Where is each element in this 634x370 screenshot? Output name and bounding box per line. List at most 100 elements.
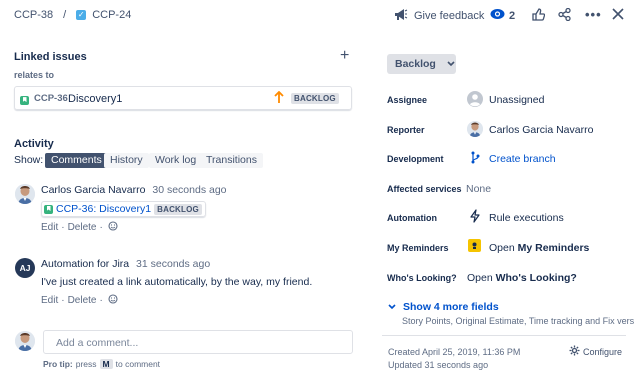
my-reminders-bold: My Reminders — [517, 242, 590, 254]
breadcrumb-parent-link[interactable]: CCP-38 — [14, 9, 53, 21]
separator-dot: · — [61, 222, 65, 233]
separator-dot: · — [99, 222, 103, 233]
unassigned-avatar-icon[interactable] — [467, 91, 483, 110]
avatar-initials: AJ — [19, 263, 31, 273]
lightning-bolt-icon — [470, 209, 480, 226]
more-actions-icon[interactable]: ••• — [585, 7, 602, 22]
field-label-my-reminders: My Reminders — [387, 243, 449, 253]
thumbs-up-icon[interactable] — [532, 8, 546, 24]
story-icon — [20, 95, 29, 105]
breadcrumb-current-link[interactable]: CCP-24 — [92, 9, 131, 21]
add-comment-placeholder: Add a comment... — [56, 337, 139, 349]
configure-label: Configure — [583, 346, 623, 357]
field-label-development: Development — [387, 154, 444, 164]
open-whos-looking-link[interactable]: Open Who's Looking? — [467, 272, 577, 284]
pro-tip-key: M — [99, 359, 113, 369]
field-value-affected-services[interactable]: None — [466, 183, 491, 195]
whos-looking-bold: Who's Looking? — [495, 272, 577, 284]
status-dropdown-button[interactable]: Backlog — [387, 54, 456, 74]
inline-issue-link[interactable]: CCP-36: Discovery1 BACKLOG — [41, 201, 206, 217]
pro-tip-press: press — [75, 359, 97, 369]
field-label-automation: Automation — [387, 213, 437, 223]
field-label-reporter: Reporter — [387, 125, 425, 135]
avatar — [15, 331, 35, 351]
avatar[interactable] — [15, 184, 35, 204]
inline-issue-status: BACKLOG — [154, 203, 202, 215]
inline-issue-link-text[interactable]: CCP-36: Discovery1 — [56, 203, 151, 215]
pro-tip-prefix: Pro tip: — [43, 359, 73, 369]
chevron-down-icon — [388, 301, 396, 313]
configure-button[interactable]: Configure — [569, 345, 622, 358]
comment-author[interactable]: Carlos Garcia Navarro — [41, 184, 145, 196]
breadcrumb-separator: / — [63, 9, 67, 21]
close-icon[interactable] — [612, 8, 624, 23]
checkbox-task-icon: ✓ — [76, 10, 87, 20]
updated-timestamp: Updated 31 seconds ago — [388, 360, 489, 370]
edit-comment-link[interactable]: Edit — [41, 295, 58, 306]
emoji-reaction-icon[interactable] — [108, 294, 118, 307]
delete-comment-link[interactable]: Delete — [68, 222, 97, 233]
show-more-subtext: Story Points, Original Estimate, Time tr… — [402, 316, 634, 326]
give-feedback-label: Give feedback — [414, 10, 485, 22]
rule-executions-link[interactable]: Rule executions — [489, 212, 564, 224]
open-my-reminders-link[interactable]: Open My Reminders — [489, 242, 589, 254]
open-prefix: Open — [489, 242, 515, 254]
show-more-fields-button[interactable]: Show 4 more fields — [388, 301, 499, 313]
activity-title: Activity — [14, 138, 54, 150]
edit-comment-link[interactable]: Edit — [41, 222, 58, 233]
linked-issue-status: BACKLOG — [291, 93, 339, 104]
tab-history[interactable]: History — [104, 153, 149, 168]
comment-actions: Edit · Delete · — [41, 221, 118, 234]
separator-dot: · — [61, 295, 65, 306]
divider — [382, 335, 626, 336]
add-comment-input[interactable]: Add a comment... — [43, 330, 353, 354]
relation-label: relates to — [14, 70, 55, 80]
tab-work-log[interactable]: Work log — [149, 153, 203, 168]
tab-comments[interactable]: Comments — [45, 153, 108, 168]
emoji-reaction-icon[interactable] — [108, 221, 118, 234]
pro-tip-suffix: to comment — [115, 359, 161, 369]
comment-time: 30 seconds ago — [152, 184, 227, 196]
watch-button[interactable]: 2 — [490, 8, 515, 23]
avatar[interactable]: AJ — [15, 258, 35, 278]
show-more-label: Show 4 more fields — [403, 301, 499, 313]
field-label-assignee: Assignee — [387, 95, 428, 105]
separator-dot: · — [99, 295, 103, 306]
reminders-app-icon — [468, 239, 481, 252]
open-prefix: Open — [467, 272, 493, 284]
field-label-whos-looking: Who's Looking? — [387, 273, 457, 283]
linked-issue-key[interactable]: CCP-36 — [34, 93, 68, 104]
field-label-affected-services: Affected services — [387, 184, 462, 194]
create-branch-link[interactable]: Create branch — [489, 153, 556, 165]
field-value-assignee[interactable]: Unassigned — [489, 94, 544, 106]
story-icon — [44, 204, 53, 214]
created-timestamp: Created April 25, 2019, 11:36 PM — [388, 347, 521, 357]
share-icon[interactable] — [558, 7, 571, 24]
tab-transitions[interactable]: Transitions — [200, 153, 263, 168]
branch-icon — [471, 151, 480, 167]
watch-count: 2 — [509, 9, 516, 22]
pro-tip: Pro tip: press M to comment — [43, 359, 160, 369]
megaphone-icon — [394, 8, 408, 24]
comment-header: Automation for Jira 31 seconds ago — [41, 258, 210, 270]
linked-issue-card[interactable]: CCP-36 Discovery1 BACKLOG — [14, 86, 352, 110]
comment-header: Carlos Garcia Navarro 30 seconds ago — [41, 184, 227, 196]
chevron-down-icon — [447, 58, 455, 70]
add-link-button[interactable]: + — [340, 47, 349, 65]
comment-time: 31 seconds ago — [136, 258, 211, 270]
priority-high-icon — [274, 90, 284, 107]
breadcrumb: CCP-38 / ✓ CCP-24 — [14, 9, 131, 21]
gear-icon — [569, 345, 580, 358]
reporter-avatar — [467, 121, 483, 137]
comment-body: I've just created a link automatically, … — [41, 276, 313, 288]
comment-author[interactable]: Automation for Jira — [41, 258, 129, 270]
delete-comment-link[interactable]: Delete — [68, 295, 97, 306]
field-value-reporter[interactable]: Carlos Garcia Navarro — [489, 124, 593, 136]
show-label: Show: — [14, 154, 44, 166]
linked-issue-summary[interactable]: Discovery1 — [68, 93, 122, 105]
linked-issues-title: Linked issues — [14, 51, 87, 63]
eye-icon — [490, 8, 505, 23]
status-label: Backlog — [395, 58, 436, 70]
give-feedback-button[interactable]: Give feedback — [394, 8, 484, 24]
comment-actions: Edit · Delete · — [41, 294, 118, 307]
